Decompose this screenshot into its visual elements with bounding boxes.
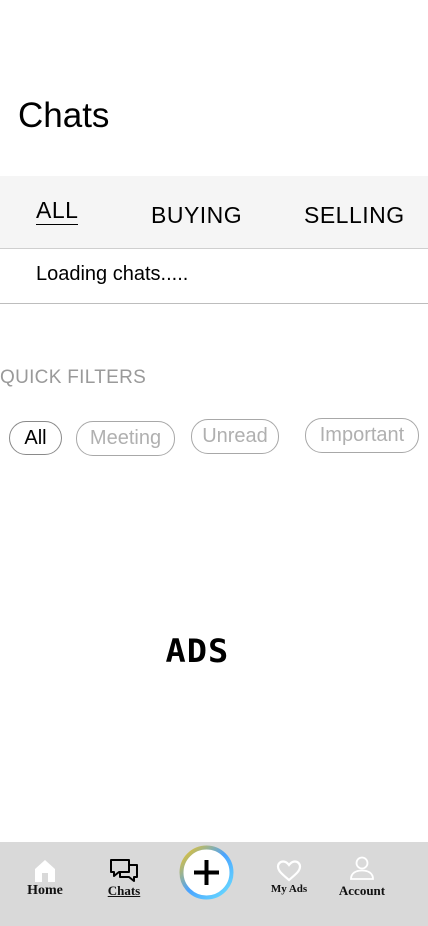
user-icon — [334, 855, 390, 881]
chat-icon — [104, 858, 144, 882]
tab-selling[interactable]: SELLING — [304, 202, 405, 229]
tab-buying[interactable]: BUYING — [151, 202, 242, 229]
nav-home-label: Home — [27, 883, 63, 898]
home-icon — [22, 858, 68, 882]
loading-row: Loading chats..... — [0, 249, 428, 304]
quick-filters-label: QUICK FILTERS — [0, 367, 147, 388]
ads-placeholder[interactable]: ADS — [165, 632, 229, 670]
filter-chip-unread[interactable]: Unread — [191, 419, 279, 454]
heart-icon — [268, 860, 310, 882]
loading-text: Loading chats..... — [36, 263, 189, 285]
filter-chip-important[interactable]: Important — [305, 418, 419, 453]
nav-account-label: Account — [338, 883, 386, 898]
filter-chip-all[interactable]: All — [9, 421, 62, 455]
nav-account[interactable]: Account — [334, 855, 390, 899]
chat-filter-tabs: ALL BUYING SELLING — [0, 176, 428, 249]
page-title: Chats — [18, 96, 110, 135]
nav-chats[interactable]: Chats — [104, 858, 144, 899]
create-ad-button[interactable] — [179, 845, 234, 900]
plus-icon — [179, 845, 234, 900]
tab-all[interactable]: ALL — [36, 198, 79, 225]
nav-my-ads[interactable]: My Ads — [268, 860, 310, 895]
filter-chip-meeting[interactable]: Meeting — [76, 421, 175, 456]
nav-chats-label: Chats — [107, 883, 141, 898]
nav-my-ads-label: My Ads — [270, 883, 308, 895]
nav-home[interactable]: Home — [22, 858, 68, 899]
